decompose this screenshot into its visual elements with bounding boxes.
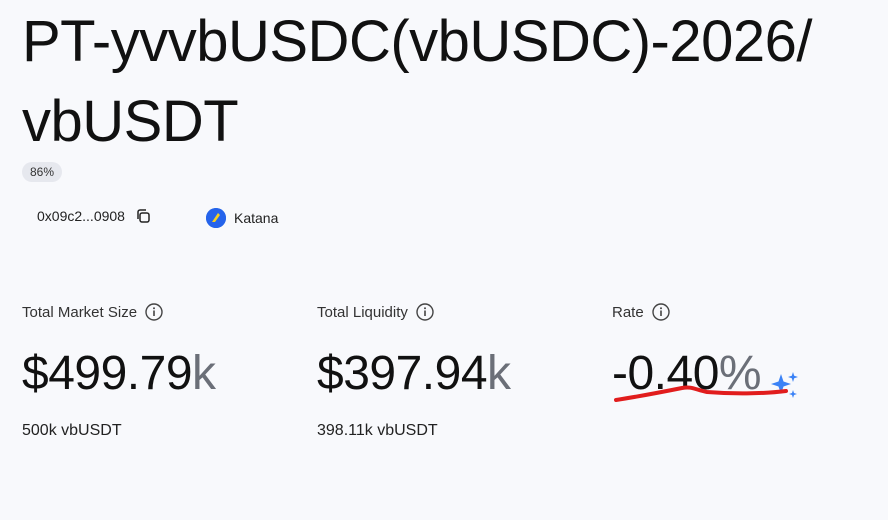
stat-label: Total Market Size	[22, 303, 138, 321]
stat-value: $499.79k	[22, 346, 216, 402]
stat-label: Rate	[612, 303, 644, 321]
stat-value: $397.94k	[317, 346, 511, 402]
stat-unit: k	[192, 347, 216, 400]
stat-unit: k	[487, 347, 511, 400]
percent-badge: 86%	[22, 162, 63, 182]
chain-link[interactable]: Katana	[206, 208, 278, 228]
stat-label: Total Liquidity	[317, 303, 408, 321]
katana-icon	[206, 208, 226, 228]
chain-name: Katana	[234, 210, 279, 226]
info-icon[interactable]	[651, 303, 670, 321]
stat-subvalue: 500k vbUSDT	[22, 422, 122, 439]
stat-total-liquidity: Total Liquidity $397.94k 398.11k vbUSDT	[317, 302, 511, 440]
copy-icon[interactable]	[135, 208, 151, 224]
stat-total-market-size: Total Market Size $499.79k 500k vbUSDT	[22, 302, 216, 440]
stat-number: $499.79	[22, 347, 193, 400]
contract-address: 0x09c2...0908	[37, 208, 151, 224]
address-text: 0x09c2...0908	[37, 208, 125, 224]
info-icon[interactable]	[145, 303, 163, 321]
stat-subvalue: 398.11k vbUSDT	[317, 422, 438, 439]
red-annotation-underline	[614, 385, 788, 402]
info-icon[interactable]	[416, 303, 434, 321]
market-title: PT-yvvbUSDC(vbUSDC)-2026/ vbUSDT	[22, 9, 813, 154]
stat-number: $397.94	[317, 347, 488, 400]
